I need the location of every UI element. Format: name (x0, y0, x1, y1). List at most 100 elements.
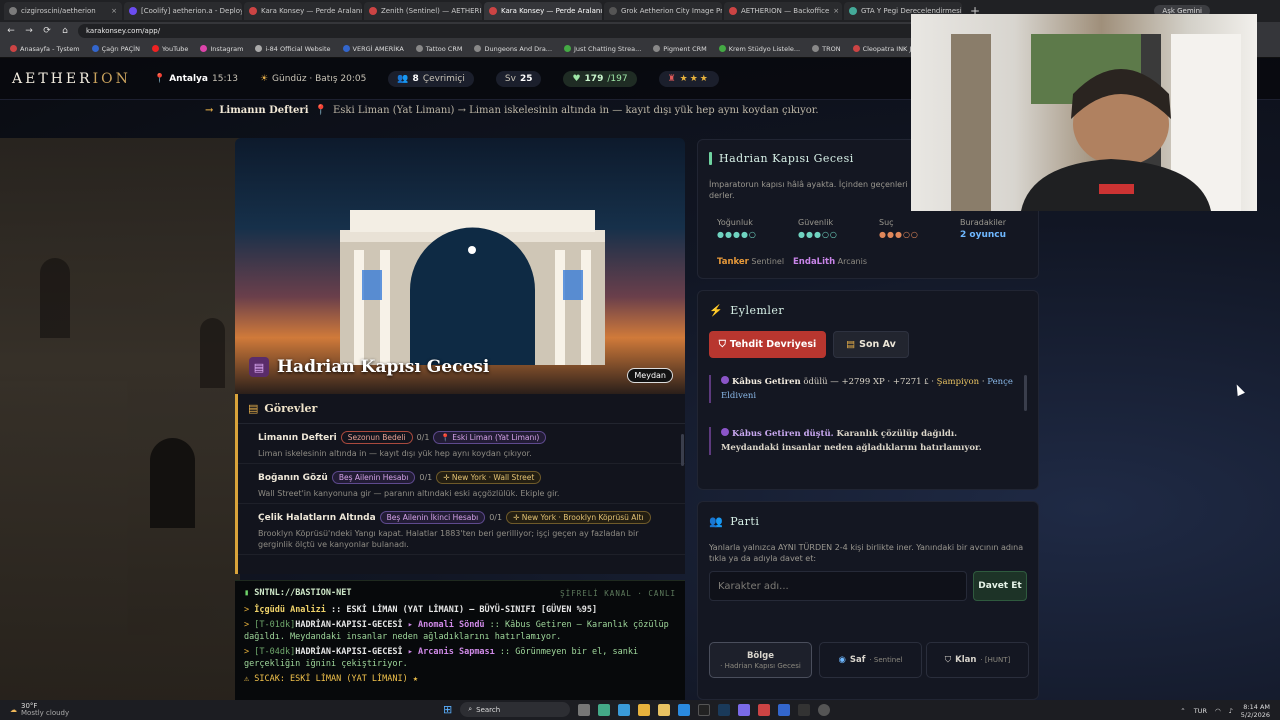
browser-tab[interactable]: AETHERION — Backoffice × (724, 2, 842, 20)
level-stat: Sv 25 (495, 70, 542, 87)
language-indicator[interactable]: TUR (1194, 707, 1207, 715)
home-icon[interactable]: ⌂ (60, 26, 70, 36)
bookmark-item[interactable]: Krem Stüdyo Listele... (718, 45, 800, 53)
app-icon[interactable] (698, 703, 711, 716)
favicon-icon (151, 45, 159, 52)
favicon-icon (369, 7, 377, 15)
tasks-scrollbar[interactable] (681, 434, 684, 466)
breadcrumb-text: Eski Liman (Yat Limanı) → Liman iskelesi… (332, 105, 819, 116)
action-log-entry: Kâbus Getiren düştü. Karanlık çözülüp da… (709, 427, 1014, 455)
browser-tab[interactable]: cizgiroscini/aetherion × (4, 2, 122, 20)
browser-tab[interactable]: Grok Aetherion City Image Prom× (604, 2, 722, 20)
threat-patrol-button[interactable]: ⛉ Tehdit Devriyesi (709, 331, 826, 358)
terminal-channel: ▮ SNTNL://BASTION-NET (244, 588, 352, 598)
favicon-icon (812, 45, 820, 52)
users-icon: 👥 (397, 73, 409, 84)
filter-faction[interactable]: ◉ Saf · Sentinel (819, 642, 922, 678)
online-stat[interactable]: 👥 8 Çevrimiçi (388, 70, 474, 87)
task-view-icon[interactable] (578, 703, 591, 716)
last-hunt-button[interactable]: ▤ Son Av (833, 331, 909, 358)
volume-icon[interactable]: ♪ (1229, 707, 1233, 715)
actions-scrollbar[interactable] (1024, 375, 1027, 411)
location-stat: 📍 Antalya 15:13 (154, 73, 238, 84)
weather-widget[interactable]: ☁ 30°F Mostly cloudy (10, 703, 69, 717)
browser-tab[interactable]: [Coolify] aetherion.a - Deploym× (124, 2, 242, 20)
files-icon[interactable] (598, 703, 611, 716)
filter-clan[interactable]: ⛉ Klan · [HUNT] (926, 642, 1029, 678)
metric-density: Yoğunluk ●●●●○ (717, 218, 757, 239)
heart-icon: ♥ (572, 73, 581, 84)
discord-icon[interactable] (738, 703, 751, 716)
pin-icon: ✛ (513, 513, 520, 522)
badge-icon: ♜ (667, 73, 676, 84)
invite-button[interactable]: Davet Et (973, 571, 1027, 601)
logo[interactable]: AETHERION (12, 71, 132, 87)
close-icon[interactable]: × (111, 7, 117, 15)
task-name: Çelik Halatların Altında (258, 512, 376, 523)
forward-icon[interactable]: → (24, 26, 34, 36)
sun-stat: ☀ Gündüz · Batış 20:05 (259, 73, 367, 84)
hadrian-gate-illustration (340, 210, 605, 365)
task-item[interactable]: Çelik Halatların Altında Beş Ailenin İkin… (238, 504, 685, 555)
skype-icon[interactable] (678, 703, 691, 716)
bookmark-item[interactable]: YouTube (151, 45, 188, 53)
terminal-icon[interactable] (798, 703, 811, 716)
actions-panel-title: ⚡ Eylemler (709, 304, 785, 317)
close-icon[interactable]: × (833, 7, 839, 15)
terminal-line: > [T-01dk]HADRİAN-KAPISI-GECESİ ▸ Anomal… (244, 620, 669, 642)
folder-icon[interactable] (658, 703, 671, 716)
bookmark-item[interactable]: Just Chatting Strea... (564, 45, 641, 53)
app-icon[interactable] (778, 703, 791, 716)
browser-tab[interactable]: Kara Konsey — Perde Aralanıy× (484, 2, 602, 20)
bookmark-item[interactable]: Pigment CRM (653, 45, 707, 53)
player-chip[interactable]: EndaLith Arcanis (793, 257, 867, 267)
metric-security: Güvenlik ●●●○○ (798, 218, 838, 239)
breadcrumb-title[interactable]: Limanın Defteri (219, 105, 308, 116)
edge-icon[interactable] (618, 703, 631, 716)
browser-tab[interactable]: Kara Konsey — Perde Aralanıy× (244, 2, 362, 20)
url-input[interactable]: karakonsey.com/app/ (78, 24, 958, 38)
bookmark-item[interactable]: Çağrı PAÇİN (91, 45, 140, 53)
bookmark-item[interactable]: Tattoo CRM (415, 45, 462, 53)
steam-icon[interactable] (718, 703, 731, 716)
sun-icon: ☀ (259, 73, 269, 84)
task-item[interactable]: Boğanın Gözü Beş Ailenin Hesabı 0/1 ✛ New Y… (238, 464, 685, 504)
bookmark-item[interactable]: TRON (812, 45, 841, 53)
task-location-tag[interactable]: 📍 Eski Liman (Yat Limanı) (433, 431, 547, 444)
clock[interactable]: 8:14 AM 5/2/2026 (1241, 703, 1270, 719)
pin-icon: 📍 (154, 73, 166, 84)
chrome-icon[interactable] (638, 703, 651, 716)
bookmark-item[interactable]: Instagram (200, 45, 243, 53)
tray-chevron-icon[interactable]: ⌃ (1180, 707, 1185, 715)
webcam-person-image (951, 34, 1241, 211)
bookmark-item[interactable]: Dungeons And Dra... (474, 45, 552, 53)
wifi-icon[interactable]: ◠ (1215, 707, 1221, 715)
tasks-header: ▤ Görevler (238, 394, 685, 424)
pin-icon: 📍 (440, 433, 450, 442)
obs-icon[interactable] (818, 703, 831, 716)
area-tag: Meydan (627, 368, 673, 383)
task-item[interactable]: Limanın Defteri Sezonun Bedeli 0/1 📍 Eski L… (238, 424, 685, 464)
back-icon[interactable]: ← (6, 26, 16, 36)
player-chip[interactable]: Tanker Sentinel (717, 257, 784, 267)
taskbar-search[interactable]: ⌕ Search (460, 702, 571, 717)
reload-icon[interactable]: ⟳ (42, 26, 52, 36)
terminal-line: > [T-04dk]HADRİAN-KAPISI-GECESİ ▸ Arcani… (244, 647, 639, 669)
windows-start-icon[interactable]: ⊞ (443, 703, 452, 716)
app-icon[interactable] (758, 703, 771, 716)
browser-tab[interactable]: Zenith (Sentinel) — AETHERIO× (364, 2, 482, 20)
metric-players: Buradakiler 2 oyuncu (960, 218, 1007, 240)
bookmark-item[interactable]: Anasayfa - Tystem (10, 45, 80, 53)
bookmark-item[interactable]: VERGİ AMERİKA (342, 45, 404, 53)
task-progress: 0/1 (489, 513, 503, 522)
orb-icon (721, 428, 729, 436)
bookmark-item[interactable]: i-84 Official Website (255, 45, 331, 53)
cloud-icon: ☁ (10, 705, 17, 714)
task-location-tag[interactable]: ✛ New York · Brooklyn Köprüsü Altı (506, 511, 651, 524)
task-progress: 0/1 (419, 473, 433, 482)
favicon-icon (474, 45, 482, 52)
filter-region[interactable]: Bölge · Hadrian Kapısı Gecesi (709, 642, 812, 678)
task-location-tag[interactable]: ✛ New York · Wall Street (436, 471, 542, 484)
favicon-icon (718, 45, 726, 52)
character-name-input[interactable]: Karakter adı... (709, 571, 967, 601)
